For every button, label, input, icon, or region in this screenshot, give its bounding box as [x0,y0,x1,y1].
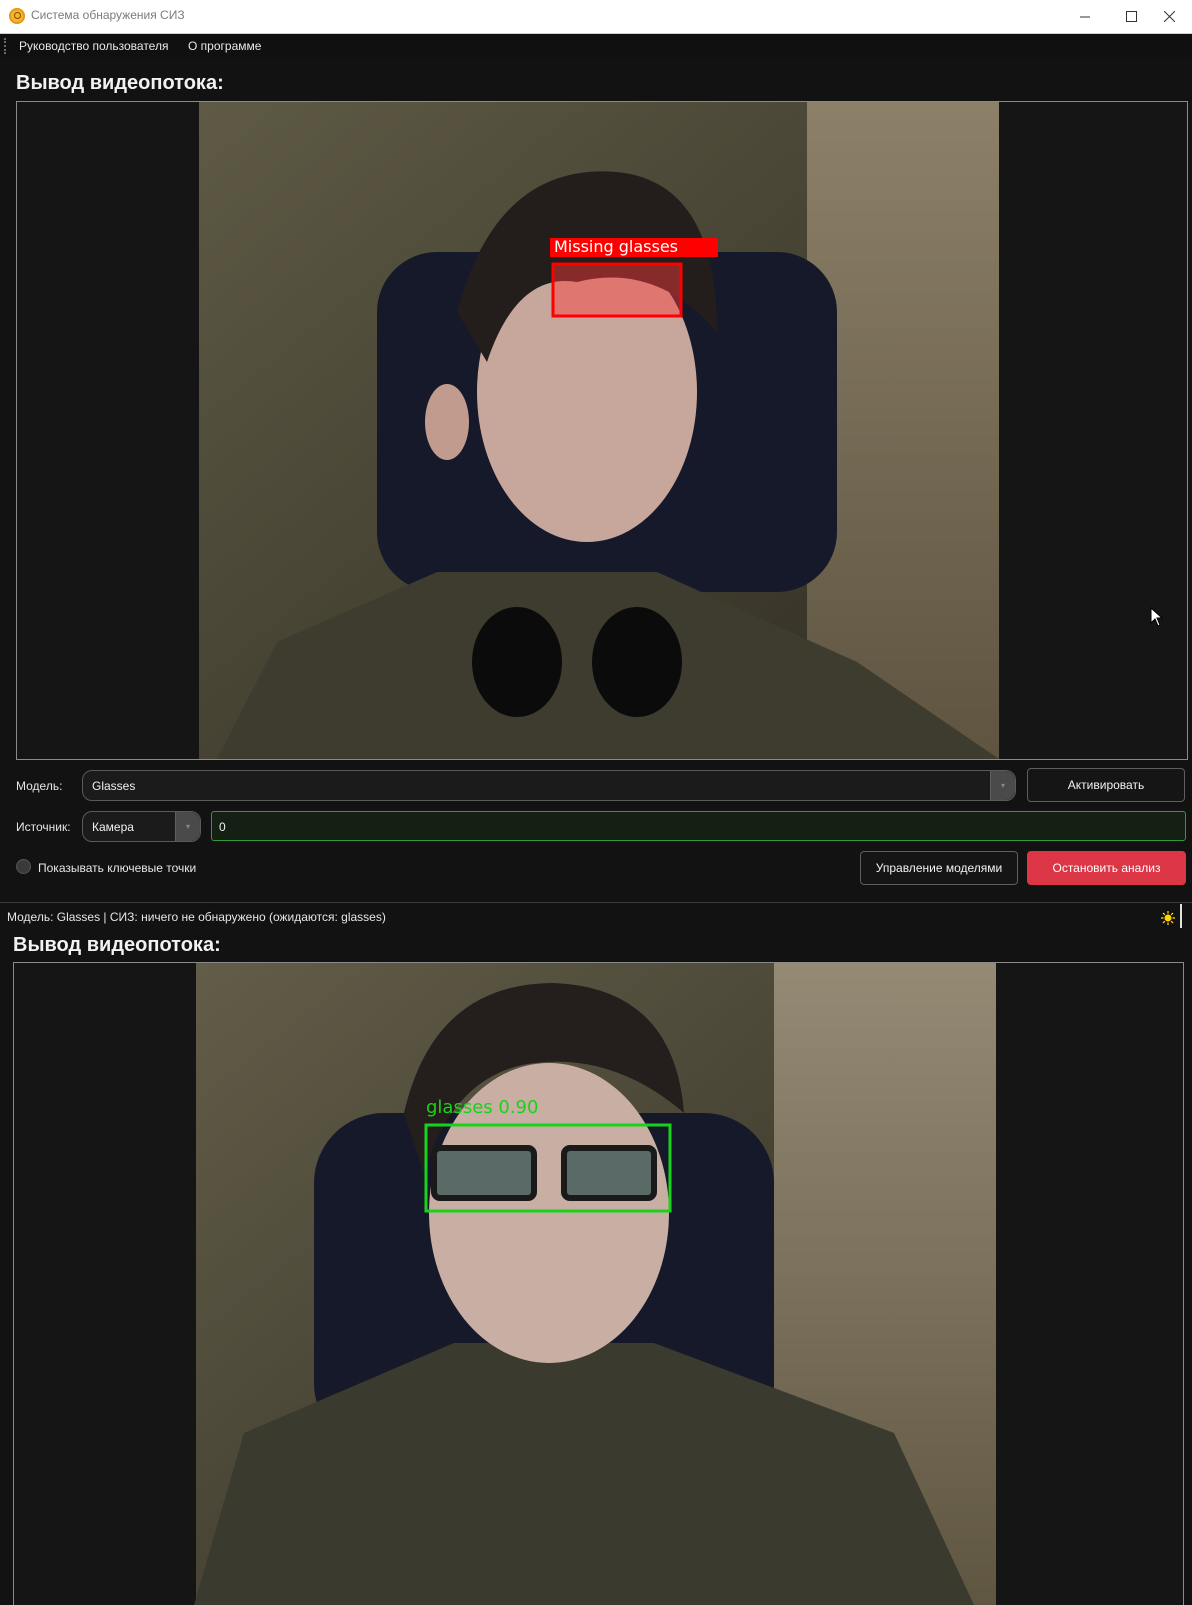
show-keypoints-checkbox[interactable] [16,859,31,874]
source-label: Источник: [16,820,71,834]
video-output-frame: glasses 0.90 [13,962,1184,1605]
menu-grip-handle[interactable] [4,38,8,54]
video-output-heading: Вывод видеопотока: [13,934,221,956]
detection-label: Missing glasses [554,237,678,256]
menu-bar [0,34,1192,59]
detection-box-missing-glasses [551,262,683,318]
video-feed-image: Missing glasses [17,102,1187,759]
model-label: Модель: [16,779,63,793]
sun-icon [1161,911,1175,925]
mouse-cursor-icon [1150,607,1164,627]
app-logo-icon [9,8,25,24]
video-output-frame: Missing glasses [16,101,1188,760]
source-input-value: 0 [219,820,226,834]
menu-item-about[interactable]: О программе [188,38,261,55]
close-icon [1163,11,1175,22]
close-button[interactable] [1146,0,1192,33]
status-divider [1180,904,1182,928]
chevron-down-icon[interactable]: ▾ [990,771,1015,800]
stop-analysis-button[interactable]: Остановить анализ [1027,851,1186,885]
model-select[interactable]: Glasses ▾ [82,770,1016,801]
chevron-down-icon[interactable]: ▾ [175,812,200,841]
video-feed-image: glasses 0.90 [14,963,1183,1605]
source-select-value: Камера [92,820,134,834]
maximize-icon [1125,11,1137,22]
minimize-button[interactable] [1062,0,1108,33]
model-select-value: Glasses [92,779,136,793]
menu-item-user-guide[interactable]: Руководство пользователя [19,38,168,55]
video-output-heading: Вывод видеопотока: [16,72,224,94]
window-title: Система обнаружения СИЗ [31,8,185,22]
source-select[interactable]: Камера ▾ [82,811,201,842]
minimize-icon [1080,16,1090,17]
detection-label: glasses 0.90 [426,1097,538,1118]
activate-button[interactable]: Активировать [1027,768,1185,802]
source-input[interactable]: 0 [211,811,1186,841]
status-text: Модель: Glasses | СИЗ: ничего не обнаруж… [7,910,386,924]
manage-models-button[interactable]: Управление моделями [860,851,1018,885]
show-keypoints-label[interactable]: Показывать ключевые точки [38,861,196,875]
